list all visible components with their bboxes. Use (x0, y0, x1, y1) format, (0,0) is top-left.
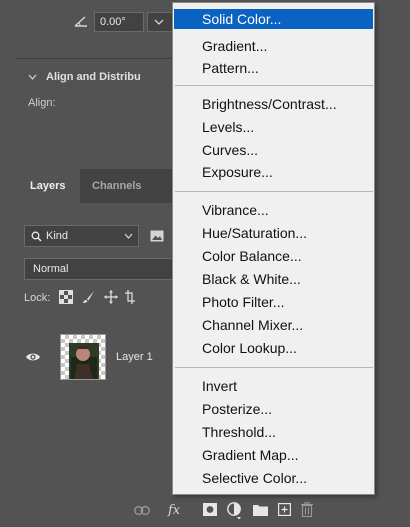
align-label: Align: (28, 97, 56, 109)
menu-item-levels[interactable]: Levels... (174, 117, 373, 137)
menu-item-gradient-map[interactable]: Gradient Map... (174, 445, 373, 465)
properties-layers-panel: 0.00° Align and Distribu Align: Layers C… (16, 0, 174, 527)
menu-item-photo-filter[interactable]: Photo Filter... (174, 292, 373, 312)
menu-item-invert[interactable]: Invert (174, 376, 373, 396)
menu-separator (175, 367, 373, 368)
menu-item-threshold[interactable]: Threshold... (174, 422, 373, 442)
layers-bottom-toolbar (0, 496, 410, 527)
menu-item-hue-saturation[interactable]: Hue/Saturation... (174, 223, 373, 243)
trash-icon[interactable] (301, 502, 313, 517)
angle-row: 0.00° (16, 0, 174, 48)
menu-item-color-lookup[interactable]: Color Lookup... (174, 338, 373, 358)
lock-transparent-pixels-icon[interactable] (59, 290, 73, 304)
menu-item-gradient[interactable]: Gradient... (174, 36, 373, 56)
tab-layers[interactable]: Layers (16, 169, 80, 203)
layer-thumbnail-image (69, 343, 99, 379)
menu-item-color-balance[interactable]: Color Balance... (174, 246, 373, 266)
divider (16, 58, 174, 59)
align-section-header[interactable]: Align and Distribu (28, 71, 141, 83)
layers-tab-bar: Layers Channels (16, 169, 174, 203)
link-icon[interactable] (134, 506, 150, 515)
angle-icon (74, 16, 87, 27)
add-mask-icon[interactable] (203, 503, 217, 516)
menu-item-selective-color[interactable]: Selective Color... (174, 468, 373, 488)
chevron-down-icon (154, 19, 164, 25)
menu-separator (175, 85, 373, 86)
lock-artboard-icon[interactable] (125, 290, 135, 304)
blend-mode-select[interactable]: Normal (24, 258, 174, 280)
menu-separator (175, 191, 373, 192)
menu-item-vibrance[interactable]: Vibrance... (174, 200, 373, 220)
group-folder-icon[interactable] (253, 504, 268, 516)
menu-item-solid-color[interactable]: Solid Color... (174, 9, 373, 29)
menu-item-black-white[interactable]: Black & White... (174, 269, 373, 289)
eye-visibility-icon[interactable] (25, 351, 41, 363)
angle-input[interactable]: 0.00° (94, 12, 144, 32)
menu-item-exposure[interactable]: Exposure... (174, 162, 373, 182)
menu-item-posterize[interactable]: Posterize... (174, 399, 373, 419)
layer-thumbnail (60, 334, 106, 380)
layer-name: Layer 1 (116, 351, 153, 363)
adjustment-layer-menu: Solid Color... Gradient... Pattern... Br… (172, 2, 375, 495)
menu-item-brightness-contrast[interactable]: Brightness/Contrast... (174, 94, 373, 114)
kind-filter-select[interactable]: Kind (24, 225, 139, 247)
menu-item-curves[interactable]: Curves... (174, 140, 373, 160)
new-layer-icon[interactable] (278, 503, 291, 516)
adjustment-layer-icon[interactable] (227, 502, 243, 520)
chevron-down-icon (28, 74, 37, 81)
kind-filter-label: Kind (46, 230, 69, 242)
menu-item-pattern[interactable]: Pattern... (174, 58, 373, 78)
chevron-down-icon (124, 233, 133, 239)
fx-icon[interactable]: fx (168, 503, 180, 518)
image-filter-icon[interactable] (150, 230, 164, 242)
lock-position-icon[interactable] (104, 290, 118, 304)
lock-image-pixels-icon[interactable] (82, 290, 96, 304)
search-icon (31, 231, 42, 242)
tab-channels[interactable]: Channels (80, 169, 150, 203)
layer-row[interactable]: Layer 1 (16, 331, 174, 383)
menu-item-channel-mixer[interactable]: Channel Mixer... (174, 315, 373, 335)
angle-dropdown[interactable] (147, 12, 174, 32)
lock-label: Lock: (24, 292, 51, 304)
align-section-title: Align and Distribu (46, 71, 141, 83)
